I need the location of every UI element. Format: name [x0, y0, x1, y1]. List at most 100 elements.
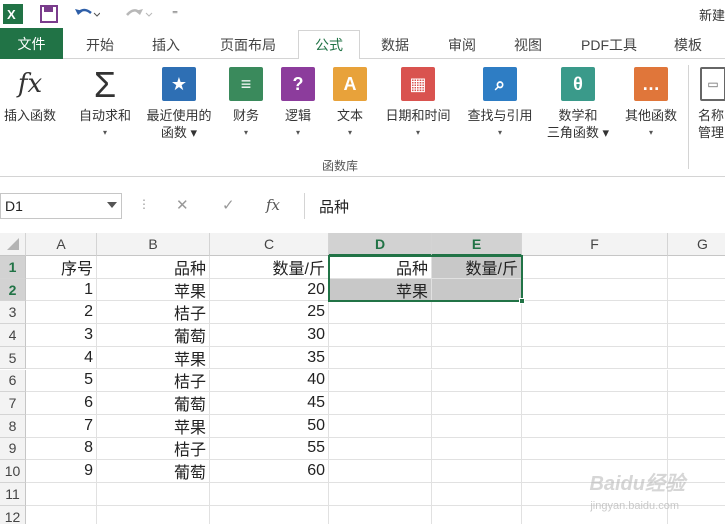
cell-c2[interactable]: 20: [210, 278, 329, 302]
row-header-7[interactable]: 7: [0, 392, 26, 415]
name-box-dropdown-icon[interactable]: [107, 202, 117, 208]
fill-handle[interactable]: [519, 298, 525, 305]
cell-b11[interactable]: [97, 483, 210, 506]
cell-a10[interactable]: 9: [26, 460, 97, 483]
cell-f1[interactable]: [522, 256, 668, 279]
cell-f3[interactable]: [522, 301, 668, 325]
cell-e7[interactable]: [432, 392, 522, 415]
cell-a1[interactable]: 序号: [26, 256, 97, 279]
row-header-9[interactable]: 9: [0, 437, 26, 461]
cell-g4[interactable]: [668, 324, 725, 347]
cell-e8[interactable]: [432, 414, 522, 438]
cell-a4[interactable]: 3: [26, 324, 97, 347]
cell-f6[interactable]: [522, 369, 668, 393]
cell-d12[interactable]: [329, 505, 432, 524]
cell-d9[interactable]: [329, 437, 432, 461]
tab-review[interactable]: 审阅: [434, 30, 490, 59]
column-header-f[interactable]: F: [522, 233, 668, 256]
row-header-11[interactable]: 11: [0, 483, 26, 506]
row-header-8[interactable]: 8: [0, 414, 26, 438]
cell-a12[interactable]: [26, 505, 97, 524]
cell-b5[interactable]: 苹果: [97, 346, 210, 370]
column-header-b[interactable]: B: [97, 233, 210, 256]
logical-button[interactable]: ? 逻辑 ▾: [276, 67, 320, 141]
cell-d5[interactable]: [329, 346, 432, 370]
cell-g5[interactable]: [668, 347, 725, 370]
cell-f9[interactable]: [522, 437, 668, 461]
lookup-reference-button[interactable]: ⌕ 查找与引用 ▾: [460, 67, 540, 141]
recently-used-button[interactable]: ★ 最近使用的 函数 ▾: [140, 67, 218, 141]
cell-d8[interactable]: [329, 414, 432, 438]
cell-b9[interactable]: 桔子: [97, 437, 210, 461]
cell-g3[interactable]: [668, 301, 725, 325]
tab-formulas[interactable]: 公式: [298, 30, 360, 60]
cell-b4[interactable]: 葡萄: [97, 324, 210, 347]
cell-a3[interactable]: 2: [26, 301, 97, 325]
cell-c12[interactable]: [210, 505, 329, 524]
cell-f8[interactable]: [522, 414, 668, 438]
row-header-10[interactable]: 10: [0, 460, 26, 483]
undo-icon[interactable]: [72, 3, 102, 25]
tab-insert[interactable]: 插入: [138, 30, 194, 59]
enter-icon[interactable]: ✓: [222, 196, 235, 214]
column-header-g[interactable]: G: [668, 233, 725, 256]
cell-g8[interactable]: [668, 415, 725, 438]
tab-view[interactable]: 视图: [500, 30, 556, 59]
math-trig-button[interactable]: θ 数学和 三角函数 ▾: [540, 67, 616, 141]
cell-e12[interactable]: [432, 505, 522, 524]
cell-d2[interactable]: 苹果: [329, 278, 432, 302]
cell-e5[interactable]: [432, 346, 522, 370]
cell-b12[interactable]: [97, 505, 210, 524]
redo-icon[interactable]: [120, 3, 156, 25]
cell-b3[interactable]: 桔子: [97, 301, 210, 325]
row-header-4[interactable]: 4: [0, 324, 26, 347]
cell-e3[interactable]: [432, 301, 522, 325]
cell-e1[interactable]: 数量/斤: [432, 256, 522, 279]
row-header-3[interactable]: 3: [0, 301, 26, 325]
cell-b10[interactable]: 葡萄: [97, 460, 210, 483]
tab-data[interactable]: 数据: [366, 30, 424, 59]
cell-c5[interactable]: 35: [210, 346, 329, 370]
cell-f2[interactable]: [522, 278, 668, 302]
cell-a8[interactable]: 7: [26, 414, 97, 438]
select-all-corner[interactable]: [0, 233, 26, 256]
date-time-button[interactable]: ▦ 日期和时间 ▾: [378, 67, 458, 141]
cell-b2[interactable]: 苹果: [97, 278, 210, 302]
cell-c9[interactable]: 55: [210, 437, 329, 461]
cell-f7[interactable]: [522, 392, 668, 415]
cell-g2[interactable]: [668, 279, 725, 302]
insert-function-fx-icon[interactable]: fx: [266, 196, 280, 214]
cell-a6[interactable]: 5: [26, 369, 97, 393]
tab-page-layout[interactable]: 页面布局: [206, 30, 290, 59]
cell-g7[interactable]: [668, 392, 725, 415]
cell-f4[interactable]: [522, 324, 668, 347]
formula-input[interactable]: 品种: [304, 193, 725, 219]
cell-g6[interactable]: [668, 370, 725, 393]
tab-pdf-tools[interactable]: PDF工具: [568, 30, 650, 59]
cell-e9[interactable]: [432, 437, 522, 461]
cancel-icon[interactable]: ✕: [176, 196, 189, 214]
tab-home[interactable]: 开始: [72, 30, 128, 59]
cell-e4[interactable]: [432, 324, 522, 347]
row-header-2[interactable]: 2: [0, 278, 26, 302]
column-header-c[interactable]: C: [210, 233, 329, 256]
cell-a11[interactable]: [26, 483, 97, 506]
tab-file[interactable]: 文件: [0, 28, 63, 59]
name-manager-button[interactable]: ▭ 名称 管理: [694, 67, 725, 141]
cell-a5[interactable]: 4: [26, 346, 97, 370]
cell-e11[interactable]: [432, 483, 522, 506]
cell-d11[interactable]: [329, 483, 432, 506]
cell-b1[interactable]: 品种: [97, 256, 210, 279]
cell-b8[interactable]: 苹果: [97, 414, 210, 438]
cell-c4[interactable]: 30: [210, 324, 329, 347]
cell-b7[interactable]: 葡萄: [97, 392, 210, 415]
cell-e2[interactable]: [432, 278, 522, 302]
financial-button[interactable]: ≡ 财务 ▾: [224, 67, 268, 141]
column-header-a[interactable]: A: [26, 233, 97, 256]
save-icon[interactable]: [38, 3, 60, 25]
cell-c8[interactable]: 50: [210, 414, 329, 438]
cell-g9[interactable]: [668, 438, 725, 461]
cell-c6[interactable]: 40: [210, 369, 329, 393]
row-header-1[interactable]: 1: [0, 256, 26, 279]
tab-templates[interactable]: 模板: [662, 30, 714, 59]
